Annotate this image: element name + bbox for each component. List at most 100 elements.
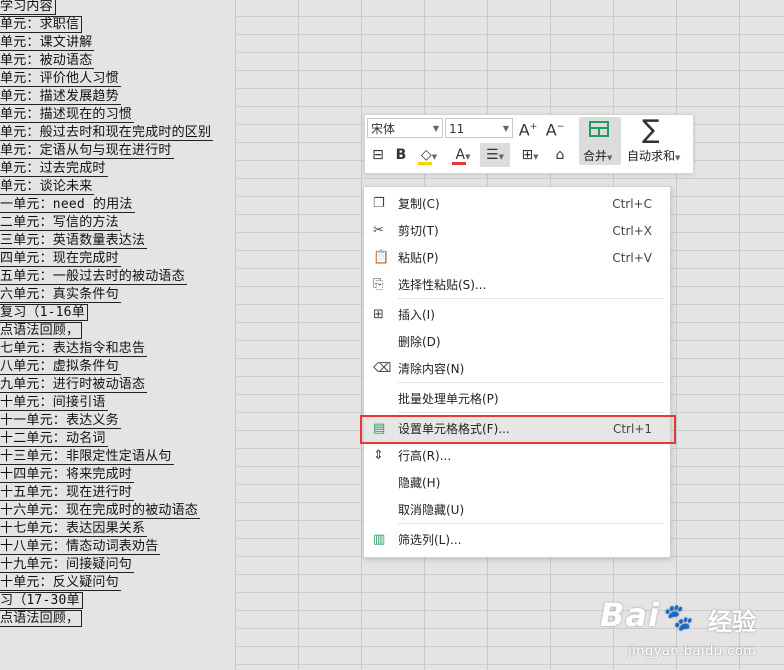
sigma-icon[interactable]: ∑ bbox=[642, 116, 660, 144]
menu-item[interactable]: ⇕ 行高(R)... bbox=[364, 443, 670, 470]
font-color-button[interactable]: A ▼ bbox=[449, 145, 477, 165]
table-row[interactable]: 十六单元：现在完成时的被动语态 bbox=[0, 502, 201, 520]
table-row[interactable]: 单元：课文讲解 bbox=[0, 34, 95, 52]
table-row[interactable]: 十三单元：非限定性定语从句 bbox=[0, 448, 174, 466]
menu-item[interactable]: 📋 粘贴(P) Ctrl+V bbox=[364, 245, 670, 272]
column-divider bbox=[739, 0, 740, 670]
chevron-down-icon: ▼ bbox=[432, 124, 439, 133]
menu-item-label: 筛选列(L)... bbox=[398, 533, 462, 547]
font-size-select[interactable]: 11 ▼ bbox=[445, 118, 513, 138]
table-row[interactable]: 单元：描述现在的习惯 bbox=[0, 106, 135, 124]
table-row[interactable]: 五单元：一般过去时的被动语态 bbox=[0, 268, 187, 286]
menu-item[interactable]: 取消隐藏(U) bbox=[364, 497, 670, 524]
cell-text: 三单元：英语数量表达法 bbox=[0, 233, 148, 249]
menu-item[interactable]: 删除(D) bbox=[364, 329, 670, 356]
menu-item[interactable]: 隐藏(H) bbox=[364, 470, 670, 497]
table-row[interactable]: 十一单元：表达义务 bbox=[0, 412, 121, 430]
column-divider bbox=[361, 0, 362, 670]
menu-item[interactable]: ✂ 剪切(T) Ctrl+X bbox=[364, 218, 670, 245]
table-row[interactable]: 八单元：虚拟条件句 bbox=[0, 358, 121, 376]
mini-toolbar: 宋体 ▼ 11 ▼ A+ A− ⊟ B ◇ ▼ A ▼ ☰▼ ⊞▼ ⌂ 合并▼ ∑ … bbox=[364, 114, 694, 174]
table-row[interactable]: 十九单元：间接疑问句 bbox=[0, 556, 135, 574]
row-divider bbox=[235, 574, 784, 575]
font-name-value: 宋体 bbox=[371, 122, 396, 136]
menu-item-shortcut: Ctrl+C bbox=[612, 197, 652, 211]
menu-item[interactable]: 批量处理单元格(P) bbox=[364, 386, 670, 413]
cell-text: 单元：描述发展趋势 bbox=[0, 89, 121, 105]
menu-item[interactable]: ⎘ 选择性粘贴(S)... bbox=[364, 272, 670, 299]
table-row[interactable]: 十单元：间接引语 bbox=[0, 394, 108, 412]
cell-text: 习（17-30单 bbox=[0, 592, 83, 609]
wrap-text-icon[interactable]: ⊟ bbox=[368, 145, 388, 165]
table-row[interactable]: 复习（1-16单 bbox=[0, 304, 88, 322]
table-row[interactable]: 单元：描述发展趋势 bbox=[0, 88, 121, 106]
table-row[interactable]: 十单元：反义疑问句 bbox=[0, 574, 121, 592]
table-row[interactable]: 一单元：need 的用法 bbox=[0, 196, 135, 214]
menu-item-label: 插入(I) bbox=[398, 308, 435, 322]
table-row[interactable]: 单元：过去完成时 bbox=[0, 160, 108, 178]
eraser-icon: ⌫ bbox=[373, 361, 392, 376]
menu-item[interactable]: ▥ 筛选列(L)... bbox=[364, 527, 670, 554]
paste-special-icon: ⎘ bbox=[373, 277, 384, 292]
borders-button[interactable]: ⊞▼ bbox=[515, 145, 545, 165]
column-divider bbox=[235, 0, 236, 670]
table-row[interactable]: 单元：被动语态 bbox=[0, 52, 95, 70]
cell-text: 十二单元：动名词 bbox=[0, 431, 108, 447]
table-row[interactable]: 九单元：进行时被动语态 bbox=[0, 376, 148, 394]
table-row[interactable]: 三单元：英语数量表达法 bbox=[0, 232, 148, 250]
cell-text: 十八单元：情态动词表劝告 bbox=[0, 539, 161, 555]
menu-item-label: 粘贴(P) bbox=[398, 251, 439, 265]
menu-item[interactable]: ❐ 复制(C) Ctrl+C bbox=[364, 191, 670, 218]
cell-text: 单元：课文讲解 bbox=[0, 35, 95, 51]
table-row[interactable]: 十二单元：动名词 bbox=[0, 430, 108, 448]
menu-item-label: 复制(C) bbox=[398, 197, 440, 211]
table-row[interactable]: 十七单元：表达因果关系 bbox=[0, 520, 148, 538]
table-row[interactable]: 十五单元：现在进行时 bbox=[0, 484, 135, 502]
table-row[interactable]: 六单元：真实条件句 bbox=[0, 286, 121, 304]
table-row[interactable]: 点语法回顾， bbox=[0, 322, 83, 340]
merge-button[interactable]: 合并▼ bbox=[579, 117, 621, 165]
context-menu: ❐ 复制(C) Ctrl+C ✂ 剪切(T) Ctrl+X 📋 粘贴(P) Ctrl+V ⎘ 选择性… bbox=[363, 186, 671, 558]
font-color-icon: A bbox=[455, 147, 466, 163]
table-row[interactable]: 单元：求职信 bbox=[0, 16, 83, 34]
table-row[interactable]: 单元：谈论未来 bbox=[0, 178, 95, 196]
cell-text: 单元：定语从句与现在进行时 bbox=[0, 143, 174, 159]
table-row[interactable]: 四单元：现在完成时 bbox=[0, 250, 121, 268]
cell-text: 五单元：一般过去时的被动语态 bbox=[0, 269, 187, 285]
format-painter-button[interactable]: ⌂ bbox=[549, 145, 571, 165]
table-row[interactable]: 七单元：表达指令和忠告 bbox=[0, 340, 148, 358]
table-row[interactable]: 学习内容 bbox=[0, 0, 56, 16]
column-divider bbox=[298, 0, 299, 670]
table-row[interactable]: 二单元：写信的方法 bbox=[0, 214, 121, 232]
cell-text: 十四单元：将来完成时 bbox=[0, 467, 135, 483]
chevron-down-icon: ▼ bbox=[533, 153, 539, 161]
grow-font-button[interactable]: A+ bbox=[517, 117, 539, 139]
filter-columns-icon: ▥ bbox=[373, 532, 386, 547]
menu-item-label: 批量处理单元格(P) bbox=[398, 392, 499, 406]
menu-item-shortcut: Ctrl+V bbox=[612, 251, 652, 265]
table-row[interactable]: 单元：定语从句与现在进行时 bbox=[0, 142, 174, 160]
align-button[interactable]: ☰▼ bbox=[480, 143, 510, 167]
shrink-font-button[interactable]: A− bbox=[544, 117, 566, 139]
font-name-select[interactable]: 宋体 ▼ bbox=[367, 118, 443, 138]
cell-text: 单元：般过去时和现在完成时的区别 bbox=[0, 125, 214, 141]
chevron-down-icon: ▼ bbox=[498, 153, 504, 161]
table-row[interactable]: 十四单元：将来完成时 bbox=[0, 466, 135, 484]
table-row[interactable]: 单元：评价他人习惯 bbox=[0, 70, 121, 88]
autosum-button[interactable]: 自动求和▼ bbox=[627, 147, 680, 164]
menu-item-label: 取消隐藏(U) bbox=[398, 503, 465, 517]
menu-item[interactable]: ⊞ 插入(I) bbox=[364, 302, 670, 329]
cell-text: 二单元：写信的方法 bbox=[0, 215, 121, 231]
table-row[interactable]: 十八单元：情态动词表劝告 bbox=[0, 538, 161, 556]
bold-button[interactable]: B bbox=[392, 145, 410, 165]
cell-text: 十三单元：非限定性定语从句 bbox=[0, 449, 174, 465]
cell-text: 点语法回顾， bbox=[0, 610, 83, 627]
table-row[interactable]: 点语法回顾， bbox=[0, 610, 83, 628]
table-row[interactable]: 习（17-30单 bbox=[0, 592, 83, 610]
table-row[interactable]: 单元：般过去时和现在完成时的区别 bbox=[0, 124, 214, 142]
cell-text: 十单元：间接引语 bbox=[0, 395, 108, 411]
cell-text: 单元：被动语态 bbox=[0, 53, 95, 69]
fill-color-button[interactable]: ◇ ▼ bbox=[415, 145, 443, 165]
menu-item[interactable]: ⌫ 清除内容(N) bbox=[364, 356, 670, 383]
cell-text: 单元：谈论未来 bbox=[0, 179, 95, 195]
